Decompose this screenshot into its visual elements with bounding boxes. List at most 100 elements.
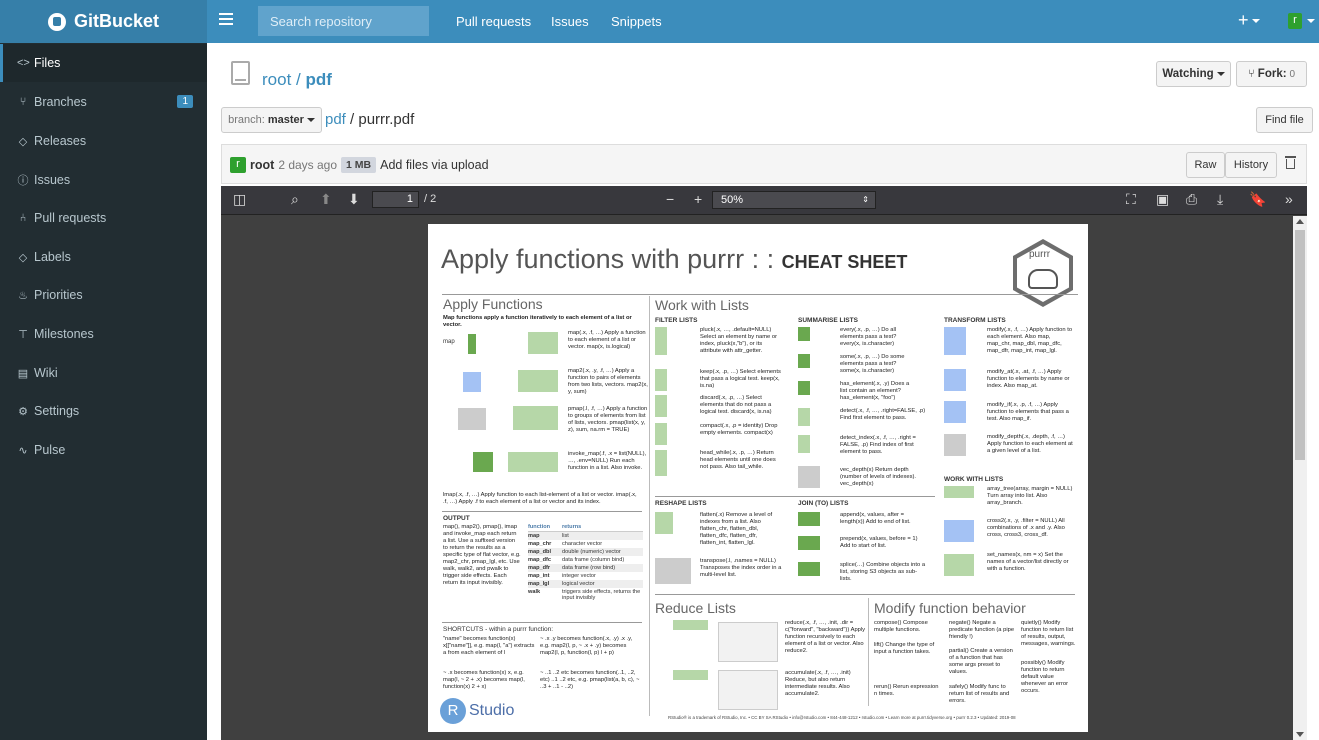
diagram-block xyxy=(518,370,558,392)
diagram-block xyxy=(673,620,708,630)
sidebar-item-label: Issues xyxy=(34,173,71,187)
zoom-out-icon[interactable]: − xyxy=(666,191,674,207)
zoom-in-icon[interactable]: + xyxy=(694,191,702,207)
breadcrumb-dir-link[interactable]: pdf xyxy=(325,111,346,128)
diagram-block xyxy=(798,512,820,526)
scroll-down-icon[interactable] xyxy=(1296,732,1304,737)
search-input[interactable] xyxy=(258,6,429,36)
diagram-block xyxy=(798,381,810,395)
shortcut-3: ~ .x .y becomes function(.x, .y) .x .y, … xyxy=(540,636,633,656)
latest-commit-bar: r root 2 days ago 1 MB Add files via upl… xyxy=(221,144,1307,184)
fork-label: Fork: xyxy=(1257,68,1287,80)
fullscreen-icon[interactable]: ⛶ xyxy=(1126,191,1136,208)
raw-button[interactable]: Raw xyxy=(1186,152,1225,178)
sidebar-item-pulse[interactable]: ∿ Pulse xyxy=(0,431,207,469)
search-icon[interactable]: ⌕ xyxy=(291,191,299,208)
fn-every: every(.x, .p, …) Do all elements pass a … xyxy=(840,327,897,347)
fn-pmap: pmap(.l, .f, …) Apply a function to grou… xyxy=(568,406,648,433)
nav-issues[interactable]: Issues xyxy=(551,14,589,29)
diagram-block xyxy=(944,369,966,391)
page-down-icon[interactable]: ⬇ xyxy=(348,191,360,208)
fn-vec-depth: vec_depth(x) Return depth (number of lev… xyxy=(840,467,917,487)
sidebar-toggle-icon[interactable] xyxy=(219,13,233,25)
sidebar-item-branches[interactable]: ⑂ Branches 1 xyxy=(0,83,207,121)
fn-transpose: transpose(.l, .names = NULL) Transposes … xyxy=(700,558,782,578)
diagram-block xyxy=(513,406,558,430)
diagram-block xyxy=(655,369,667,391)
sidebar-item-priorities[interactable]: ♨ Priorities xyxy=(0,276,207,314)
sidebar-item-files[interactable]: <> Files xyxy=(0,44,207,82)
chevron-down-icon xyxy=(306,118,315,122)
diagram-block xyxy=(655,512,673,534)
select-arrows-icon: ⇕ xyxy=(862,195,869,204)
repo-owner-link[interactable]: root xyxy=(262,70,291,89)
open-file-icon[interactable]: ▣ xyxy=(1156,191,1169,208)
history-button[interactable]: History xyxy=(1225,152,1277,178)
code-icon: <> xyxy=(17,57,30,69)
commit-author[interactable]: root xyxy=(250,158,274,172)
title-text: Apply functions with purrr : : xyxy=(441,244,775,274)
commit-author-avatar[interactable]: r xyxy=(230,157,246,173)
commit-message[interactable]: Add files via upload xyxy=(380,158,488,172)
scroll-up-icon[interactable] xyxy=(1296,219,1304,224)
subsection-filter: FILTER LISTS xyxy=(655,317,698,324)
print-icon[interactable]: ⎙ xyxy=(1186,191,1197,208)
subsection-transform: TRANSFORM LISTS xyxy=(944,317,1006,324)
fn-cross2: cross2(.x, .y, .filter = NULL) All combi… xyxy=(987,518,1065,538)
sidebar-item-milestones[interactable]: ⊤ Milestones xyxy=(0,315,207,353)
find-file-button[interactable]: Find file xyxy=(1256,107,1313,133)
plus-icon: + xyxy=(1238,10,1249,30)
sidebar-item-label: Branches xyxy=(34,95,87,109)
chevron-down-icon[interactable] xyxy=(1307,19,1315,23)
rstudio-logo: R Studio xyxy=(440,698,514,724)
sidebar-item-issues[interactable]: ⓘ Issues xyxy=(0,161,207,199)
watching-button[interactable]: Watching xyxy=(1156,61,1231,87)
bookmark-icon[interactable]: 🔖 xyxy=(1249,191,1266,208)
zoom-select[interactable]: 50% ⇕ xyxy=(712,191,876,209)
branch-selector[interactable]: branch: master xyxy=(221,107,322,133)
nav-pull-requests[interactable]: Pull requests xyxy=(456,14,531,29)
chevron-down-icon xyxy=(1216,72,1225,76)
new-menu-button[interactable]: + xyxy=(1238,10,1260,31)
diagram-block xyxy=(673,670,708,680)
sidebar-item-wiki[interactable]: ▤ Wiki xyxy=(0,354,207,392)
sidebar-item-releases[interactable]: ◇ Releases xyxy=(0,122,207,160)
gear-icon: ⚙ xyxy=(18,405,28,418)
section-lists: Work with Lists xyxy=(655,297,749,313)
user-avatar[interactable]: r xyxy=(1288,13,1302,29)
repo-name-link[interactable]: pdf xyxy=(306,70,332,89)
column-divider xyxy=(868,598,869,706)
table-row: map_dbl double (numeric) vector xyxy=(528,548,643,556)
diagram-block xyxy=(798,327,810,341)
page-up-icon[interactable]: ⬆ xyxy=(320,191,332,208)
sidebar-item-labels[interactable]: ◇ Labels xyxy=(0,238,207,276)
page-number-input[interactable]: 1 xyxy=(372,191,419,208)
scrollbar-thumb[interactable] xyxy=(1295,230,1305,460)
commit-time: 2 days ago xyxy=(278,158,338,172)
sidebar-toggle-icon[interactable]: ◫ xyxy=(233,191,246,208)
tag-icon: ◇ xyxy=(18,135,28,148)
fork-button[interactable]: ⑂ Fork: 0 xyxy=(1236,61,1307,87)
subsection-output: OUTPUT xyxy=(443,515,470,522)
sidebar-item-settings[interactable]: ⚙ Settings xyxy=(0,392,207,430)
fn-quietly: quietly() Modify function to return list… xyxy=(1021,620,1076,647)
nav-snippets[interactable]: Snippets xyxy=(611,14,662,29)
tools-chevron-icon[interactable]: » xyxy=(1285,191,1293,207)
fn-reduce: reduce(.x, .f, …, .init, .dir = c("forwa… xyxy=(785,620,866,654)
app-logo[interactable]: GitBucket xyxy=(0,0,207,43)
table-row: map_dfr data frame (row bind) xyxy=(528,564,643,572)
fn-lmap: lmap(.x, .f, …) Apply function to each l… xyxy=(443,492,637,505)
diagram-block xyxy=(944,486,974,498)
diagram-block xyxy=(944,401,966,423)
repo-title: root / pdf xyxy=(262,70,332,90)
fork-icon: ⑂ xyxy=(1247,68,1255,80)
issue-icon: ⓘ xyxy=(17,175,29,187)
sidebar-item-pull-requests[interactable]: ⑃ Pull requests xyxy=(0,199,207,237)
rstudio-logo-circle: R xyxy=(440,698,466,724)
trash-icon[interactable] xyxy=(1285,155,1296,169)
pdf-scrollbar[interactable] xyxy=(1293,216,1307,740)
fn-prepend: prepend(x, values, before = 1) Add to st… xyxy=(840,536,918,549)
download-icon[interactable]: ⤓ xyxy=(1217,191,1223,208)
main-content: root / pdf Watching ⑂ Fork: 0 branch: mast… xyxy=(207,43,1319,740)
branch-label: branch: xyxy=(228,114,265,126)
